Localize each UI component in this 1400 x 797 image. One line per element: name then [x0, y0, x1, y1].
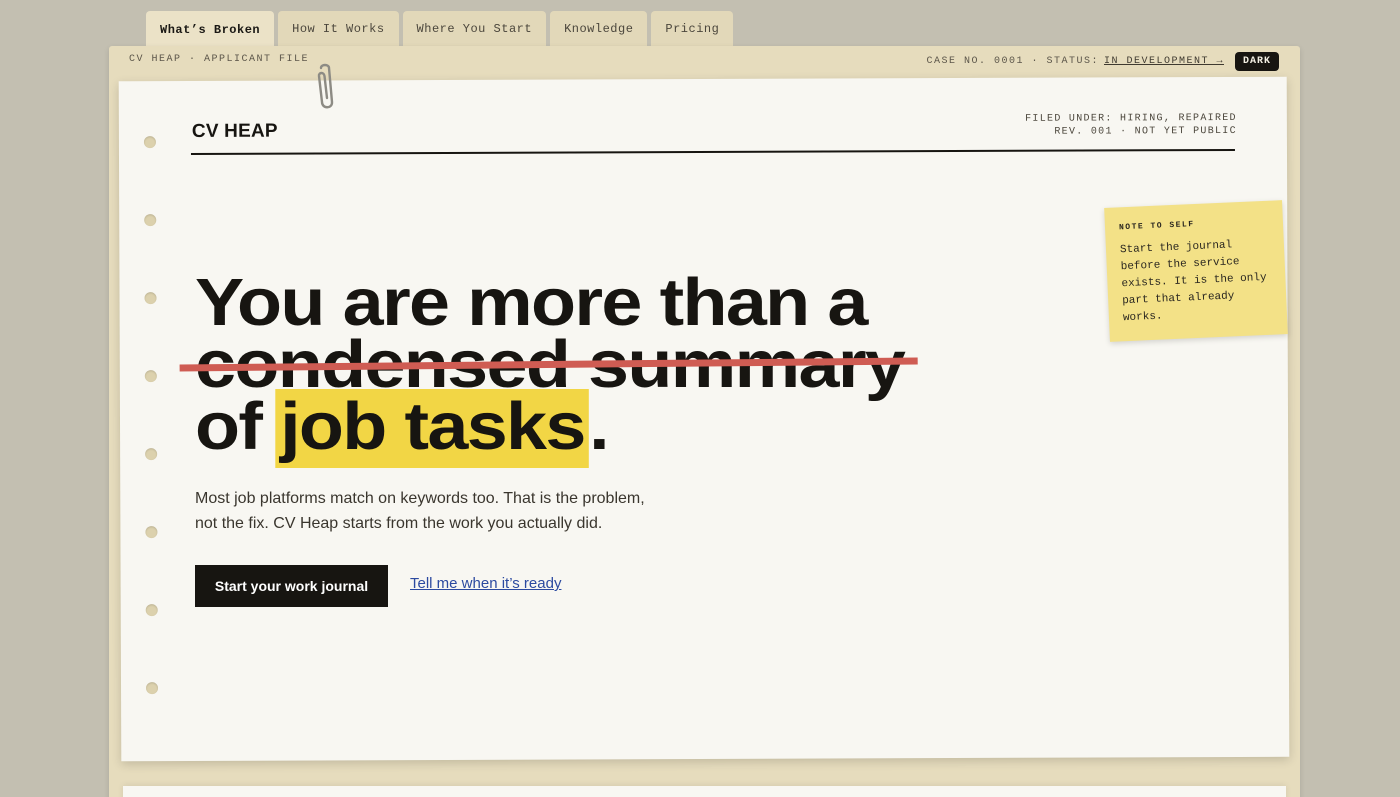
- header-rule: [190, 148, 1235, 155]
- binder-hole: [143, 136, 156, 149]
- notify-me-link[interactable]: Tell me when it’s ready: [410, 575, 561, 592]
- hero-headline: You are more than a condensed summary of…: [179, 265, 918, 468]
- headline-line-1: You are more than a: [195, 265, 868, 340]
- sticky-note: NOTE TO SELF Start the journal before th…: [1104, 200, 1288, 342]
- binder-hole: [144, 214, 157, 227]
- case-info: CASE NO. 0001 · STATUS: IN DEVELOPMENT →: [926, 56, 1224, 67]
- sticky-note-text: Start the journal before the service exi…: [1120, 236, 1274, 327]
- case-number: CASE NO. 0001 · STATUS:: [926, 56, 1099, 67]
- struck-phrase: condensed summary: [179, 331, 918, 398]
- paperclip-icon: [317, 63, 334, 109]
- tab-whats-broken[interactable]: What’s Broken: [146, 11, 275, 48]
- filed-under-line: FILED UNDER: HIRING, REPAIRED: [1025, 112, 1237, 125]
- headline-line-2: condensed summary: [179, 331, 918, 398]
- tab-how-it-works[interactable]: How It Works: [278, 11, 399, 47]
- headline-line-3: of job tasks.: [195, 389, 904, 468]
- hero-subtitle: Most job platforms match on keywords too…: [195, 486, 665, 536]
- status-link[interactable]: IN DEVELOPMENT →: [1104, 56, 1224, 67]
- sticky-note-title: NOTE TO SELF: [1118, 220, 1195, 233]
- binder-hole: [145, 448, 158, 461]
- binder-hole: [144, 370, 157, 383]
- subtitle-line-2: not the fix. CV Heap starts from the wor…: [195, 515, 603, 532]
- subtitle-line-1: Most job platforms match on keywords too…: [195, 490, 645, 507]
- binder-hole: [145, 604, 158, 617]
- tab-pricing[interactable]: Pricing: [651, 11, 734, 47]
- brand-logo[interactable]: CV HEAP: [192, 121, 278, 143]
- dark-mode-button[interactable]: DARK: [1234, 52, 1279, 71]
- filed-under: FILED UNDER: HIRING, REPAIRED REV. 001 ·…: [1025, 112, 1237, 139]
- next-paper-sheet: [123, 786, 1286, 797]
- binder-hole: [144, 292, 157, 305]
- start-journal-button[interactable]: Start your work journal: [195, 565, 388, 607]
- tab-knowledge[interactable]: Knowledge: [550, 11, 648, 47]
- revision-line: REV. 001 · NOT YET PUBLIC: [1054, 125, 1237, 138]
- tab-where-you-start[interactable]: Where You Start: [402, 11, 547, 47]
- binder-hole: [145, 526, 158, 539]
- binder-hole: [146, 682, 159, 695]
- tab-bar: What’s Broken How It Works Where You Sta…: [146, 11, 734, 48]
- folder-label: CV HEAP · APPLICANT FILE: [129, 54, 310, 65]
